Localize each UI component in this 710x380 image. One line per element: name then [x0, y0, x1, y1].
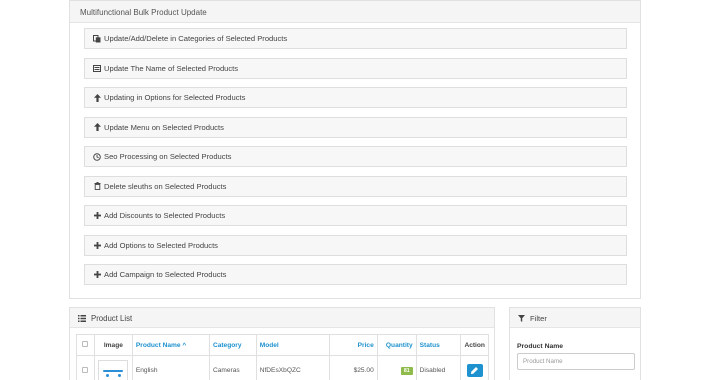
plus-icon — [92, 212, 102, 219]
cell-action — [460, 355, 489, 380]
bulk-update-panel: Multifunctional Bulk Product Update Upda… — [69, 0, 641, 299]
column-category[interactable]: Category — [208, 334, 257, 356]
cell-price: $25.00 — [329, 355, 378, 380]
list-icon — [78, 315, 86, 324]
pencil-icon — [471, 367, 479, 374]
arrow-up-icon — [92, 93, 102, 102]
accordion-label: Add Campaign to Selected Products — [104, 270, 227, 279]
product-list-panel: Product List Image Product Name ^ Catego… — [69, 307, 495, 380]
accordion-label: Updating in Options for Selected Product… — [104, 93, 246, 102]
accordion-options[interactable]: Updating in Options for Selected Product… — [84, 87, 627, 108]
column-product-name[interactable]: Product Name ^ — [131, 334, 210, 356]
copy-icon — [92, 34, 102, 43]
accordion-label: Add Options to Selected Products — [104, 240, 218, 250]
column-price[interactable]: Price — [329, 334, 378, 356]
column-quantity[interactable]: Quantity — [376, 334, 417, 356]
cell-status: Disabled — [415, 355, 462, 380]
select-all-checkbox[interactable] — [82, 341, 89, 347]
sort-asc-icon: ^ — [182, 341, 187, 349]
product-image-cell — [93, 355, 133, 380]
plus-icon — [92, 241, 102, 249]
trash-icon — [92, 182, 102, 190]
list-icon — [92, 64, 102, 72]
product-list-heading: Product List — [70, 308, 494, 328]
accordion-seo[interactable]: Seo Processing on Selected Products — [84, 146, 627, 167]
accordion-label: Delete sleuths on Selected Products — [104, 181, 227, 191]
product-list-title: Product List — [91, 314, 133, 323]
table-row: English Cameras NfDEsXbQZC $25.00 81 Dis… — [76, 355, 489, 380]
accordion-delete[interactable]: Delete sleuths on Selected Products — [84, 175, 627, 197]
accordion-label: Update Menu on Selected Products — [104, 122, 224, 132]
accordion-label: Update The Name of Selected Products — [104, 63, 239, 73]
accordion-label: Seo Processing on Selected Products — [104, 152, 232, 161]
product-thumbnail — [98, 359, 129, 380]
accordion-categories[interactable]: Update/Add/Delete in Categories of Selec… — [84, 28, 627, 49]
accordion-discounts[interactable]: Add Discounts to Selected Products — [84, 205, 627, 226]
filter-panel: Filter Product Name — [509, 307, 641, 380]
bulk-action-list: Update/Add/Delete in Categories of Selec… — [84, 28, 627, 294]
accordion-campaign[interactable]: Add Campaign to Selected Products — [84, 264, 627, 285]
filter-heading: Filter — [510, 308, 640, 328]
select-all-cell[interactable] — [76, 334, 95, 356]
product-name-label: Product Name — [517, 343, 564, 350]
clock-icon — [92, 152, 102, 161]
quantity-badge: 81 — [400, 367, 413, 375]
column-status[interactable]: Status — [415, 334, 462, 356]
accordion-menu[interactable]: Update Menu on Selected Products — [84, 116, 627, 138]
edit-button[interactable] — [466, 364, 483, 377]
filter-icon — [518, 315, 525, 327]
bulk-update-title: Multifunctional Bulk Product Update — [70, 1, 640, 23]
filter-title: Filter — [530, 314, 547, 323]
cell-model: NfDEsXbQZC — [255, 355, 331, 380]
cell-quantity: 81 — [376, 355, 417, 380]
plus-icon — [92, 271, 102, 278]
accordion-label: Add Discounts to Selected Products — [104, 211, 226, 220]
accordion-add-options[interactable]: Add Options to Selected Products — [84, 234, 627, 256]
row-checkbox[interactable] — [82, 366, 89, 373]
cell-category: Cameras — [208, 355, 257, 380]
accordion-name[interactable]: Update The Name of Selected Products — [84, 57, 627, 79]
column-model[interactable]: Model — [255, 334, 331, 356]
product-table: Image Product Name ^ Category Model Pric… — [76, 334, 489, 380]
row-select-cell[interactable] — [76, 355, 95, 380]
column-image: Image — [93, 334, 133, 356]
column-product-name-label[interactable]: Product Name — [136, 342, 181, 349]
product-name-input[interactable] — [517, 353, 635, 370]
cell-product-name: English — [131, 355, 210, 380]
table-header-row: Image Product Name ^ Category Model Pric… — [76, 334, 489, 356]
arrow-up-icon — [92, 123, 102, 131]
column-action: Action — [460, 334, 489, 356]
accordion-label: Update/Add/Delete in Categories of Selec… — [104, 34, 288, 43]
